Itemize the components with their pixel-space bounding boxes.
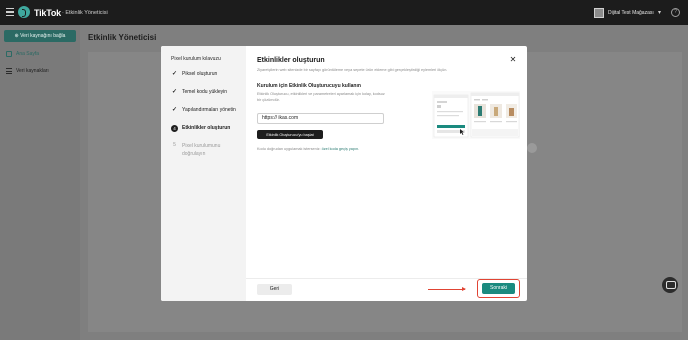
step-number: 4 bbox=[171, 125, 178, 132]
launch-event-builder-button[interactable]: Etkinlik Oluşturucu'yu başlat bbox=[257, 130, 323, 139]
list-icon bbox=[6, 68, 12, 74]
guide-title: Pixel kurulum kılavuzu bbox=[171, 56, 221, 62]
top-bar: TikTok · Etkinlik Yöneticisi Dijital Tes… bbox=[0, 0, 688, 25]
section-description: Etkinlik Oluşturucu, etkinlikleri ve par… bbox=[257, 92, 385, 102]
chat-icon[interactable] bbox=[662, 277, 678, 293]
connect-data-source-button[interactable]: ⊕ Veri kaynağını bağla bbox=[4, 30, 76, 42]
manual-text: Kodu doğrudan uygulamak isterseniz: bbox=[257, 147, 321, 151]
pixel-setup-modal: Pixel kurulum kılavuzu ✓ Piksel oluşturu… bbox=[161, 46, 527, 301]
step-label: Etkinlikler oluşturun bbox=[182, 125, 231, 131]
modal-description: Ziyaretçilerin web sitenizde bir sayfayı… bbox=[257, 68, 448, 72]
modal-content: Etkinlikler oluşturun ✕ Ziyaretçilerin w… bbox=[246, 46, 527, 301]
step-number: 5 bbox=[173, 142, 176, 148]
check-icon: ✓ bbox=[171, 107, 178, 113]
home-icon bbox=[6, 51, 12, 57]
store-avatar bbox=[594, 8, 604, 18]
modal-title: Etkinlikler oluşturun bbox=[257, 57, 325, 64]
background-decoration bbox=[527, 143, 537, 153]
step-label: Yapılandırmaları yönetin bbox=[182, 107, 236, 113]
arrow-right-icon bbox=[428, 286, 466, 292]
sidebar-item-data-sources[interactable]: Veri kaynakları bbox=[0, 65, 80, 77]
check-icon: ✓ bbox=[171, 71, 178, 77]
next-button[interactable]: Sonraki bbox=[482, 283, 515, 294]
menu-icon[interactable] bbox=[6, 8, 14, 16]
sidebar-item-label: Veri kaynakları bbox=[16, 68, 49, 74]
section-title: Kurulum için Etkinlik Oluşturucuyu kulla… bbox=[257, 83, 361, 89]
close-icon[interactable]: ✕ bbox=[509, 56, 517, 64]
tiktok-logo-icon bbox=[18, 6, 30, 18]
sidebar-item-home[interactable]: Ana Sayfa bbox=[0, 48, 80, 60]
modal-footer: Geri Sonraki bbox=[246, 278, 527, 301]
sidebar-item-label: Ana Sayfa bbox=[16, 51, 40, 57]
sidebar: ⊕ Veri kaynağını bağla Ana Sayfa Veri ka… bbox=[0, 25, 80, 340]
store-name: Dijital Test Mağazası bbox=[608, 10, 654, 16]
step-1: ✓ Piksel oluşturun bbox=[171, 71, 217, 78]
event-builder-illustration bbox=[432, 91, 520, 139]
check-icon: ✓ bbox=[171, 89, 178, 95]
step-4: 4 Etkinlikler oluşturun bbox=[171, 125, 230, 132]
website-url-input[interactable]: https:// ikas.com bbox=[257, 113, 384, 124]
step-3: ✓ Yapılandırmaları yönetin bbox=[171, 107, 236, 114]
chevron-down-icon: ▾ bbox=[657, 10, 661, 16]
step-label: Temel kodu yükleyin bbox=[182, 89, 228, 95]
manual-code-link[interactable]: özel koda geçiş yapın. bbox=[322, 147, 360, 151]
manual-code-line: Kodu doğrudan uygulamak isterseniz: özel… bbox=[257, 147, 359, 151]
page-title: Etkinlik Yöneticisi bbox=[88, 33, 157, 42]
back-button[interactable]: Geri bbox=[257, 284, 292, 295]
step-5: 5 Pixel kurulumunu doğrulayın bbox=[171, 142, 242, 158]
brand-name: TikTok bbox=[34, 8, 61, 18]
help-icon[interactable]: ? bbox=[671, 8, 680, 17]
step-2: ✓ Temel kodu yükleyin bbox=[171, 89, 227, 96]
store-switcher[interactable]: Dijital Test Mağazası ▾ bbox=[594, 7, 664, 19]
step-label: Piksel oluşturun bbox=[182, 71, 218, 77]
setup-guide-panel: Pixel kurulum kılavuzu ✓ Piksel oluşturu… bbox=[161, 46, 246, 301]
brand-subtitle: · Etkinlik Yöneticisi bbox=[62, 10, 108, 16]
step-label: Pixel kurulumunu doğrulayın bbox=[182, 143, 221, 157]
